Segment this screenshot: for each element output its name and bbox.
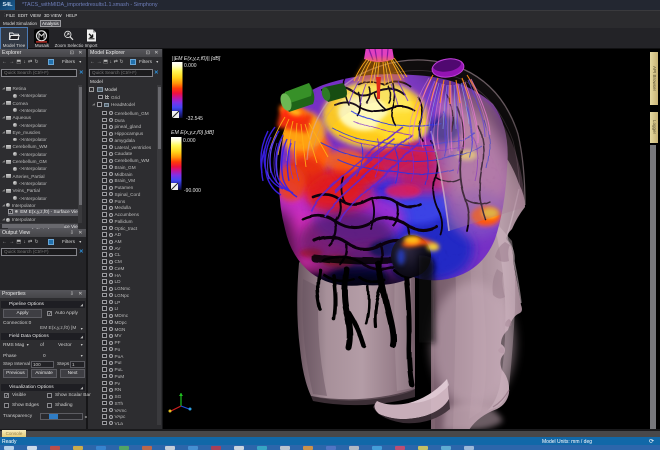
svg-text:0.000: 0.000: [184, 63, 197, 69]
svg-text:-32.545: -32.545: [186, 116, 203, 122]
svg-text:||EM E(x,y,z,f0)|| [dB]: ||EM E(x,y,z,f0)|| [dB]: [172, 56, 221, 62]
svg-text:EM E(x,y,z,f0) [dB]: EM E(x,y,z,f0) [dB]: [171, 130, 214, 136]
svg-text:0.000: 0.000: [183, 138, 196, 144]
svg-text:-90.000: -90.000: [184, 188, 201, 194]
